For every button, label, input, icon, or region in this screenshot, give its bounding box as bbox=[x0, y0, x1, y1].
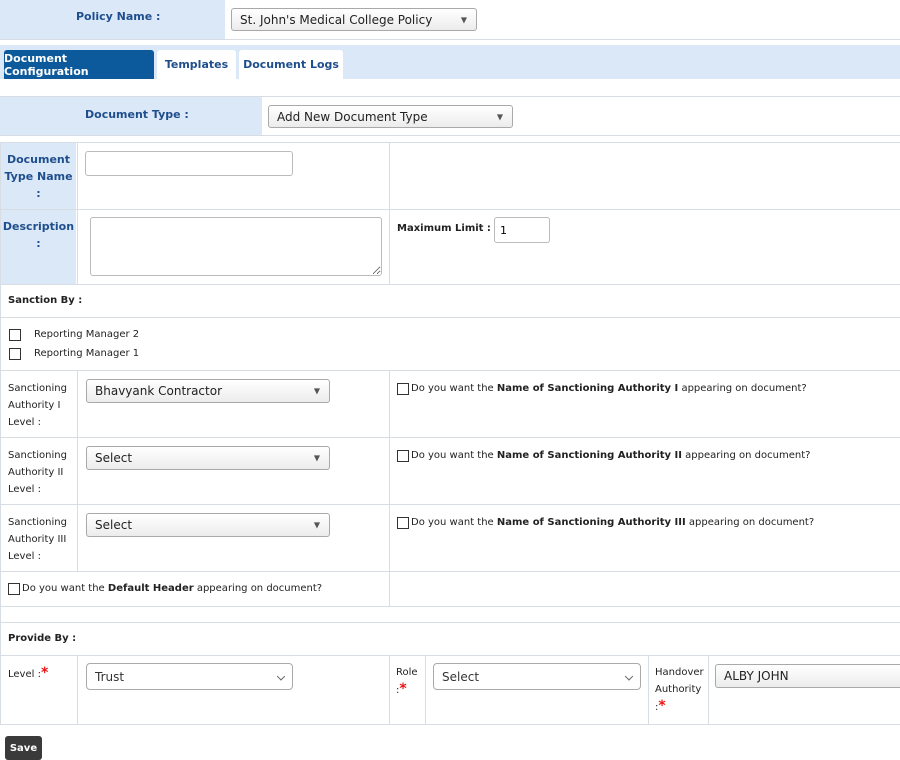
dropdown-arrow-icon: ▼ bbox=[496, 112, 503, 121]
select-value: Select bbox=[95, 518, 133, 532]
divider bbox=[708, 655, 709, 724]
divider bbox=[0, 135, 900, 136]
policy-label: Policy Name : bbox=[76, 10, 161, 23]
reporting-manager-2-checkbox[interactable] bbox=[9, 329, 21, 341]
max-limit-label: Maximum Limit : bbox=[397, 223, 491, 234]
doc-type-select[interactable]: Add New Document Type ▼ bbox=[268, 105, 513, 128]
divider bbox=[0, 370, 900, 371]
chevron-down-icon bbox=[276, 671, 286, 681]
divider bbox=[0, 209, 900, 210]
divider bbox=[0, 437, 900, 438]
dropdown-arrow-icon: ▼ bbox=[313, 453, 320, 463]
select-value: Select bbox=[95, 451, 133, 465]
divider bbox=[0, 655, 900, 656]
level-label: Level :* bbox=[8, 665, 49, 681]
divider bbox=[0, 39, 900, 40]
chevron-down-icon bbox=[624, 671, 634, 681]
sanctioning-authority-3-select[interactable]: Select ▼ bbox=[86, 513, 330, 537]
role-label: Role :* bbox=[396, 667, 418, 697]
divider bbox=[389, 142, 390, 284]
divider bbox=[0, 317, 900, 318]
show-authority-1-checkbox[interactable] bbox=[397, 383, 409, 395]
default-header-checkbox[interactable] bbox=[8, 583, 20, 595]
sanction-by-header: Sanction By : bbox=[8, 295, 83, 306]
handover-authority-label: Handover Authority :* bbox=[655, 667, 704, 714]
divider bbox=[77, 370, 78, 571]
policy-select-value: St. John's Medical College Policy bbox=[240, 12, 433, 27]
sanctioning-authority-2-label: Sanctioning Authority II Level : bbox=[8, 450, 67, 495]
divider bbox=[0, 142, 900, 143]
select-value: ALBY JOHN bbox=[724, 669, 789, 683]
divider bbox=[648, 655, 649, 724]
show-authority-3-question: Do you want the Name of Sanctioning Auth… bbox=[411, 517, 815, 528]
sanctioning-authority-3-label: Sanctioning Authority III Level : bbox=[8, 517, 67, 562]
sanctioning-authority-1-label: Sanctioning Authority I Level : bbox=[8, 383, 67, 428]
level-select[interactable]: Trust bbox=[86, 663, 293, 690]
role-select[interactable]: Select bbox=[433, 663, 641, 690]
save-button[interactable]: Save bbox=[5, 736, 42, 760]
handover-authority-select[interactable]: ALBY JOHN bbox=[715, 664, 900, 688]
tab-document-logs[interactable]: Document Logs bbox=[239, 50, 343, 79]
description-label: Description : bbox=[2, 220, 75, 250]
divider bbox=[0, 606, 900, 607]
divider bbox=[0, 724, 900, 725]
select-value: Bhavyank Contractor bbox=[95, 384, 223, 398]
doc-type-label: Document Type : bbox=[85, 108, 189, 121]
default-header-question: Do you want the Default Header appearing… bbox=[22, 583, 323, 594]
dropdown-arrow-icon: ▼ bbox=[460, 15, 467, 24]
sanctioning-authority-2-select[interactable]: Select ▼ bbox=[86, 446, 330, 470]
select-value: Select bbox=[442, 669, 480, 684]
divider bbox=[77, 655, 78, 724]
required-mark: * bbox=[40, 665, 49, 681]
doc-type-name-input[interactable] bbox=[85, 151, 293, 176]
show-authority-2-checkbox[interactable] bbox=[397, 450, 409, 462]
max-limit-input[interactable] bbox=[494, 217, 550, 243]
doc-type-name-label: Document Type Name : bbox=[4, 153, 73, 200]
doc-type-select-value: Add New Document Type bbox=[277, 109, 428, 124]
show-authority-2-question: Do you want the Name of Sanctioning Auth… bbox=[411, 450, 811, 461]
divider bbox=[77, 142, 78, 284]
reporting-manager-1-checkbox[interactable] bbox=[9, 348, 21, 360]
policy-select[interactable]: St. John's Medical College Policy ▼ bbox=[231, 8, 477, 31]
dropdown-arrow-icon: ▼ bbox=[313, 386, 320, 396]
reporting-manager-2-label: Reporting Manager 2 bbox=[34, 329, 140, 340]
sanctioning-authority-1-select[interactable]: Bhavyank Contractor ▼ bbox=[86, 379, 330, 403]
divider bbox=[0, 284, 900, 285]
show-authority-3-checkbox[interactable] bbox=[397, 517, 409, 529]
divider bbox=[0, 622, 900, 623]
required-mark: * bbox=[658, 698, 666, 714]
description-textarea[interactable] bbox=[90, 217, 382, 276]
divider bbox=[425, 655, 426, 724]
dropdown-arrow-icon: ▼ bbox=[313, 520, 320, 530]
show-authority-1-question: Do you want the Name of Sanctioning Auth… bbox=[411, 383, 807, 394]
provide-by-header: Provide By : bbox=[8, 633, 77, 644]
tab-templates[interactable]: Templates bbox=[157, 50, 236, 79]
reporting-manager-1-label: Reporting Manager 1 bbox=[34, 348, 140, 359]
divider bbox=[0, 504, 900, 505]
select-value: Trust bbox=[95, 669, 125, 684]
divider bbox=[389, 655, 390, 724]
tab-document-configuration[interactable]: Document Configuration bbox=[4, 50, 154, 79]
required-mark: * bbox=[399, 681, 407, 697]
divider bbox=[0, 571, 900, 572]
